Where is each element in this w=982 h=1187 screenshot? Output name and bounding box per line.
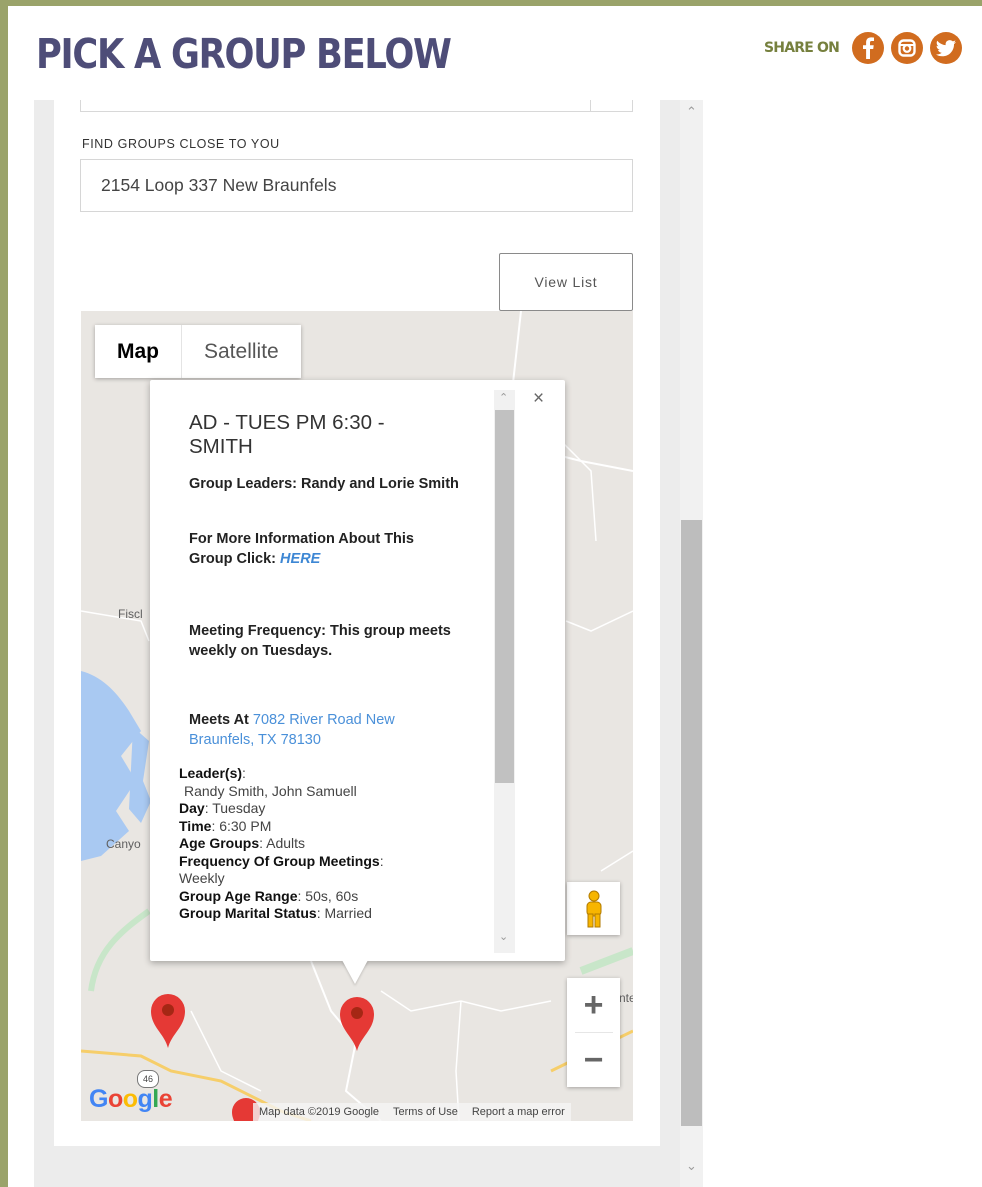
time-value: 6:30 PM xyxy=(219,817,272,834)
scroll-down-icon[interactable]: ⌄ xyxy=(686,1158,697,1174)
more-info-line: For More Information About This Group Cl… xyxy=(189,529,459,569)
share-bar: SHARE ON xyxy=(764,32,963,64)
map-place-label: nte xyxy=(619,991,633,1005)
info-window-tail xyxy=(342,960,368,984)
zoom-control: + − xyxy=(567,978,620,1087)
google-logo: Google xyxy=(89,1085,173,1113)
close-icon[interactable]: × xyxy=(533,388,544,410)
map-marker-selected[interactable] xyxy=(338,994,376,1057)
info-window-content: AD - TUES PM 6:30 - SMITH Group Leaders:… xyxy=(150,380,494,953)
twitter-icon[interactable] xyxy=(930,32,963,64)
marital-status-label: Group Marital Status xyxy=(179,905,317,921)
age-groups-label: Age Groups xyxy=(179,835,260,851)
map-attribution: Map data ©2019 Google Terms of Use Repor… xyxy=(253,1103,571,1121)
group-title: AD - TUES PM 6:30 - SMITH xyxy=(189,411,385,458)
age-range-label: Group Age Range xyxy=(179,887,298,904)
day-label: Day xyxy=(179,800,205,816)
zoom-out-button[interactable]: − xyxy=(567,1033,620,1087)
select-divider xyxy=(590,100,591,112)
share-label: SHARE ON xyxy=(764,40,840,56)
meets-at-label: Meets At xyxy=(189,712,253,728)
info-scroll-up-icon[interactable]: ⌃ xyxy=(499,391,508,404)
map-type-control: Map Satellite xyxy=(95,325,301,378)
info-window-scrollbar-thumb[interactable] xyxy=(495,410,514,783)
map-type-satellite[interactable]: Satellite xyxy=(181,325,301,378)
info-scroll-down-icon[interactable]: ⌄ xyxy=(499,930,508,943)
frequency-label: Frequency Of Group Meetings xyxy=(179,852,380,869)
instagram-icon[interactable] xyxy=(891,32,924,64)
meeting-frequency-line: Meeting Frequency: This group meets week… xyxy=(189,623,451,659)
view-list-button[interactable]: View List xyxy=(499,253,633,311)
leaders-label: Leader(s) xyxy=(179,765,243,781)
address-input[interactable]: 2154 Loop 337 New Braunfels xyxy=(80,159,633,212)
map-marker[interactable] xyxy=(149,991,187,1054)
meets-at-line: Meets At 7082 River Road New Braunfels, … xyxy=(189,710,459,750)
zoom-in-button[interactable]: + xyxy=(567,978,620,1032)
map-data-credit: Map data ©2019 Google xyxy=(259,1106,380,1118)
day-value: Tuesday xyxy=(212,800,266,816)
group-filter-select[interactable] xyxy=(80,100,633,112)
leaders-value: Randy Smith, John Samuell xyxy=(184,782,357,799)
find-groups-label: FIND GROUPS CLOSE TO YOU xyxy=(82,137,280,151)
map-place-label: Fiscl xyxy=(118,607,143,621)
age-range-value: 50s, 60s xyxy=(305,887,359,904)
page-title: PICK A GROUP BELOW xyxy=(36,30,452,78)
street-view-pegman-icon[interactable] xyxy=(567,882,620,935)
group-details: Leader(s): Randy Smith, John Samuell Day… xyxy=(179,765,479,923)
terms-of-use-link[interactable]: Terms of Use xyxy=(393,1106,458,1118)
group-leaders-line: Group Leaders: Randy and Lorie Smith xyxy=(189,476,459,492)
marital-status-value: Married xyxy=(324,905,372,921)
report-map-error-link[interactable]: Report a map error xyxy=(472,1106,565,1118)
map-type-map[interactable]: Map xyxy=(95,325,181,378)
frequency-value: Weekly xyxy=(179,870,225,886)
scroll-up-icon[interactable]: ⌃ xyxy=(686,104,697,120)
map-place-label: Canyo xyxy=(106,837,141,851)
time-label: Time xyxy=(179,817,212,834)
facebook-icon[interactable] xyxy=(852,32,885,64)
panel-scrollbar-thumb[interactable] xyxy=(681,520,702,1126)
more-info-link[interactable]: HERE xyxy=(280,551,320,567)
age-groups-value: Adults xyxy=(266,835,306,851)
